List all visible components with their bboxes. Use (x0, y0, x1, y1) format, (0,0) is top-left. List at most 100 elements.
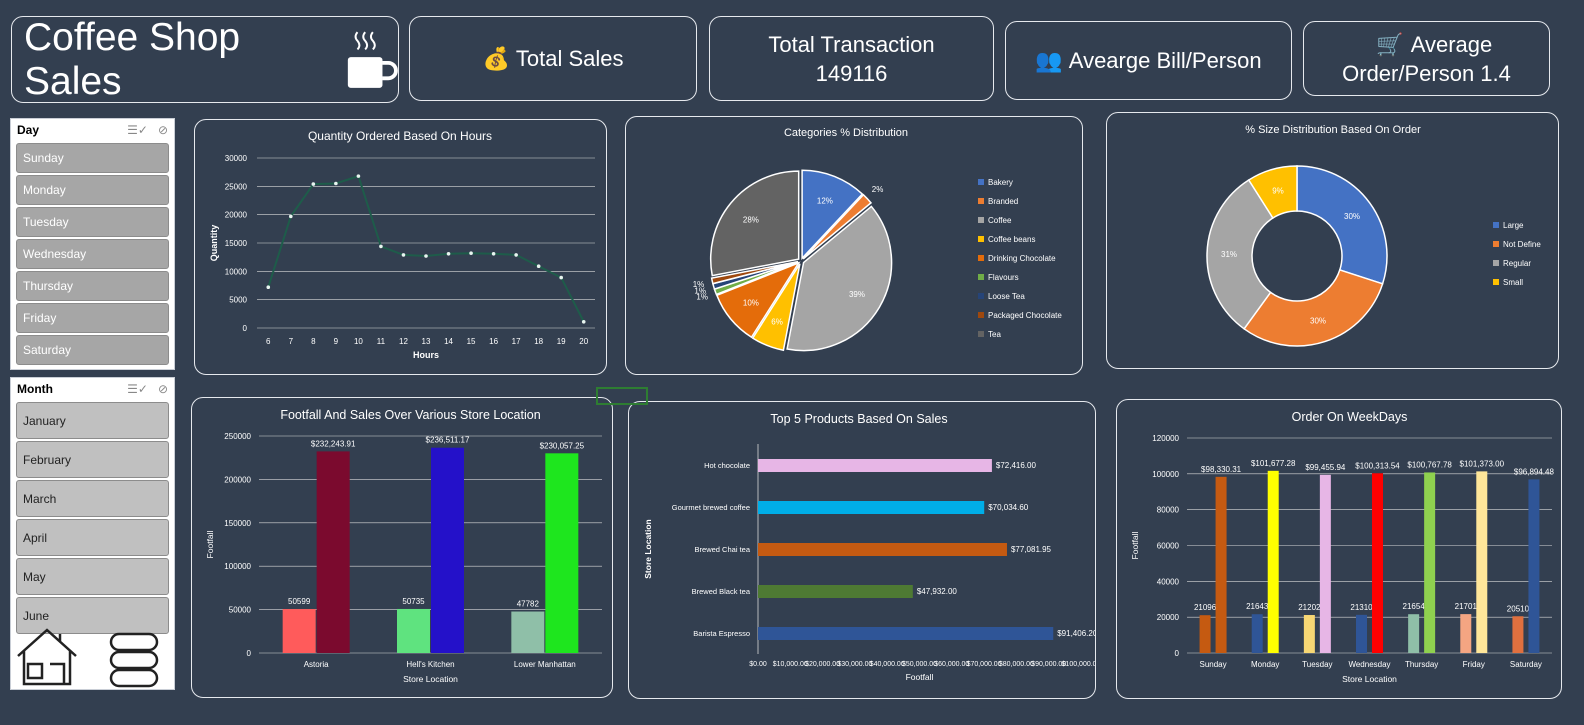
total-transaction-card: Total Transaction 149116 (709, 16, 994, 101)
month-slicer: Month ☰✓ ⊘ January February March April May Ju… (10, 377, 175, 690)
x-tick-label: 13 (422, 337, 431, 346)
data-label: $72,416.00 (996, 461, 1037, 470)
hours-line-chart: Quantity Ordered Based On Hours 0 5000 1000… (209, 129, 595, 360)
x-tick-label: Lower Manhattan (514, 660, 576, 669)
x-axis-label: Store Location (403, 674, 458, 684)
x-tick-label: Monday (1251, 660, 1279, 669)
home-icon[interactable] (14, 626, 80, 688)
y-tick-label: 15000 (225, 239, 248, 248)
y-tick-label: Barista Espresso (693, 629, 750, 638)
bar (1460, 614, 1472, 653)
legend-swatch (978, 274, 984, 280)
multi-select-icon[interactable]: ☰✓ (127, 123, 148, 137)
x-tick-label: 10 (354, 337, 363, 346)
x-tick-label: $100,000.00 (1062, 661, 1095, 668)
data-label: $101,677.28 (1251, 459, 1296, 468)
slicer-item-february[interactable]: February (16, 441, 169, 478)
legend-entry: Coffee (988, 216, 1012, 225)
y-tick-label: 20000 (1157, 613, 1180, 622)
y-tick-label: 100000 (224, 562, 251, 571)
y-tick-label: 200000 (224, 475, 251, 484)
y-tick-label: Brewed Chai tea (695, 545, 751, 554)
x-tick-label: 17 (512, 337, 521, 346)
legend-swatch (1493, 241, 1499, 247)
clear-filter-icon[interactable]: ⊘ (158, 382, 168, 396)
multi-select-icon[interactable]: ☰✓ (127, 382, 148, 396)
x-tick-label: 20 (579, 337, 588, 346)
data-point (289, 214, 293, 219)
slicer-item-monday[interactable]: Monday (16, 175, 169, 205)
size-chart-card: % Size Distribution Based On Order 30% 30%… (1106, 112, 1559, 369)
slicer-item-march[interactable]: March (16, 480, 169, 517)
y-tick-label: 20000 (225, 211, 248, 220)
slicer-item-wednesday[interactable]: Wednesday (16, 239, 169, 269)
bar (1424, 472, 1436, 653)
bar (316, 451, 350, 653)
y-tick-label: 25000 (225, 182, 248, 191)
x-tick-label: $50,000.00 (902, 661, 937, 668)
x-tick-label: 6 (266, 337, 271, 346)
total-transaction-label: Total Transaction (768, 31, 935, 57)
y-tick-label: 30000 (225, 154, 248, 163)
data-label: $70,034.60 (988, 503, 1029, 512)
x-tick-label: 18 (534, 337, 543, 346)
slicer-item-tuesday[interactable]: Tuesday (16, 207, 169, 237)
y-tick-label: 150000 (224, 519, 251, 528)
clear-filter-icon[interactable]: ⊘ (158, 123, 168, 137)
legend-swatch (978, 293, 984, 299)
data-label: $96,894.48 (1514, 467, 1555, 476)
slicer-item-january[interactable]: January (16, 402, 169, 439)
slice-not-define (1243, 268, 1384, 347)
slicer-item-thursday[interactable]: Thursday (16, 271, 169, 301)
legend-entry: Regular (1503, 259, 1531, 268)
bar (1476, 471, 1488, 653)
data-label: $77,081.95 (1011, 545, 1052, 554)
products-bar-chart: Top 5 Products Based On Sales $72,416.00 H… (643, 412, 1101, 682)
database-icon[interactable] (108, 630, 160, 690)
avg-bill-label: Avearge Bill/Person (1068, 48, 1262, 73)
legend-swatch (1493, 260, 1499, 266)
data-label: $91,406.20 (1057, 629, 1095, 638)
x-tick-label: $20,000.00 (805, 661, 840, 668)
legend-swatch (978, 236, 984, 242)
bar (282, 609, 316, 653)
avg-order-label: Average Order/Person 1.4 (1342, 31, 1511, 86)
y-axis-label: Store Location (643, 519, 653, 579)
x-tick-label: Tuesday (1302, 660, 1332, 669)
footfall-chart-card: Footfall And Sales Over Various Store Lo… (191, 397, 613, 698)
y-axis-label: Footfall (1130, 531, 1140, 559)
selected-cell[interactable] (596, 387, 648, 405)
slicer-item-may[interactable]: May (16, 558, 169, 595)
slice-label: 6% (771, 317, 783, 326)
data-label: 50599 (288, 597, 311, 606)
data-point (514, 253, 518, 257)
legend-swatch (978, 198, 984, 204)
slice-label: 2% (872, 185, 884, 194)
y-tick-label: 0 (243, 324, 248, 333)
coffee-cup-icon (347, 31, 398, 88)
y-tick-label: 0 (1175, 649, 1180, 658)
data-label: 21701 (1455, 602, 1478, 611)
data-label: 47782 (517, 600, 540, 609)
data-label: $100,767.78 (1407, 460, 1452, 469)
slicer-item-sunday[interactable]: Sunday (16, 143, 169, 173)
x-tick-label: Friday (1463, 660, 1485, 669)
slicer-item-saturday[interactable]: Saturday (16, 335, 169, 365)
slicer-item-april[interactable]: April (16, 519, 169, 556)
data-point (581, 319, 586, 324)
legend-entry: Flavours (988, 273, 1019, 282)
day-slicer: Day ☰✓ ⊘ Sunday Monday Tuesday Wednesday Thur… (10, 118, 175, 370)
legend-entry: Loose Tea (988, 292, 1025, 301)
x-tick-label: $70,000.00 (967, 661, 1002, 668)
data-label: 21096 (1194, 603, 1217, 612)
slice-large (1296, 165, 1388, 285)
data-label: 21643 (1246, 602, 1269, 611)
data-label: $232,243.91 (311, 439, 356, 448)
size-donut-chart: % Size Distribution Based On Order 30% 30%… (1206, 124, 1541, 347)
slicer-item-friday[interactable]: Friday (16, 303, 169, 333)
x-tick-label: $0.00 (749, 661, 767, 668)
bar (758, 627, 1054, 640)
slice-label: 12% (817, 197, 833, 206)
weekdays-chart-card: Order On WeekDays 0 20000 40000 60000 80000 10… (1116, 399, 1562, 699)
data-point (311, 182, 316, 186)
